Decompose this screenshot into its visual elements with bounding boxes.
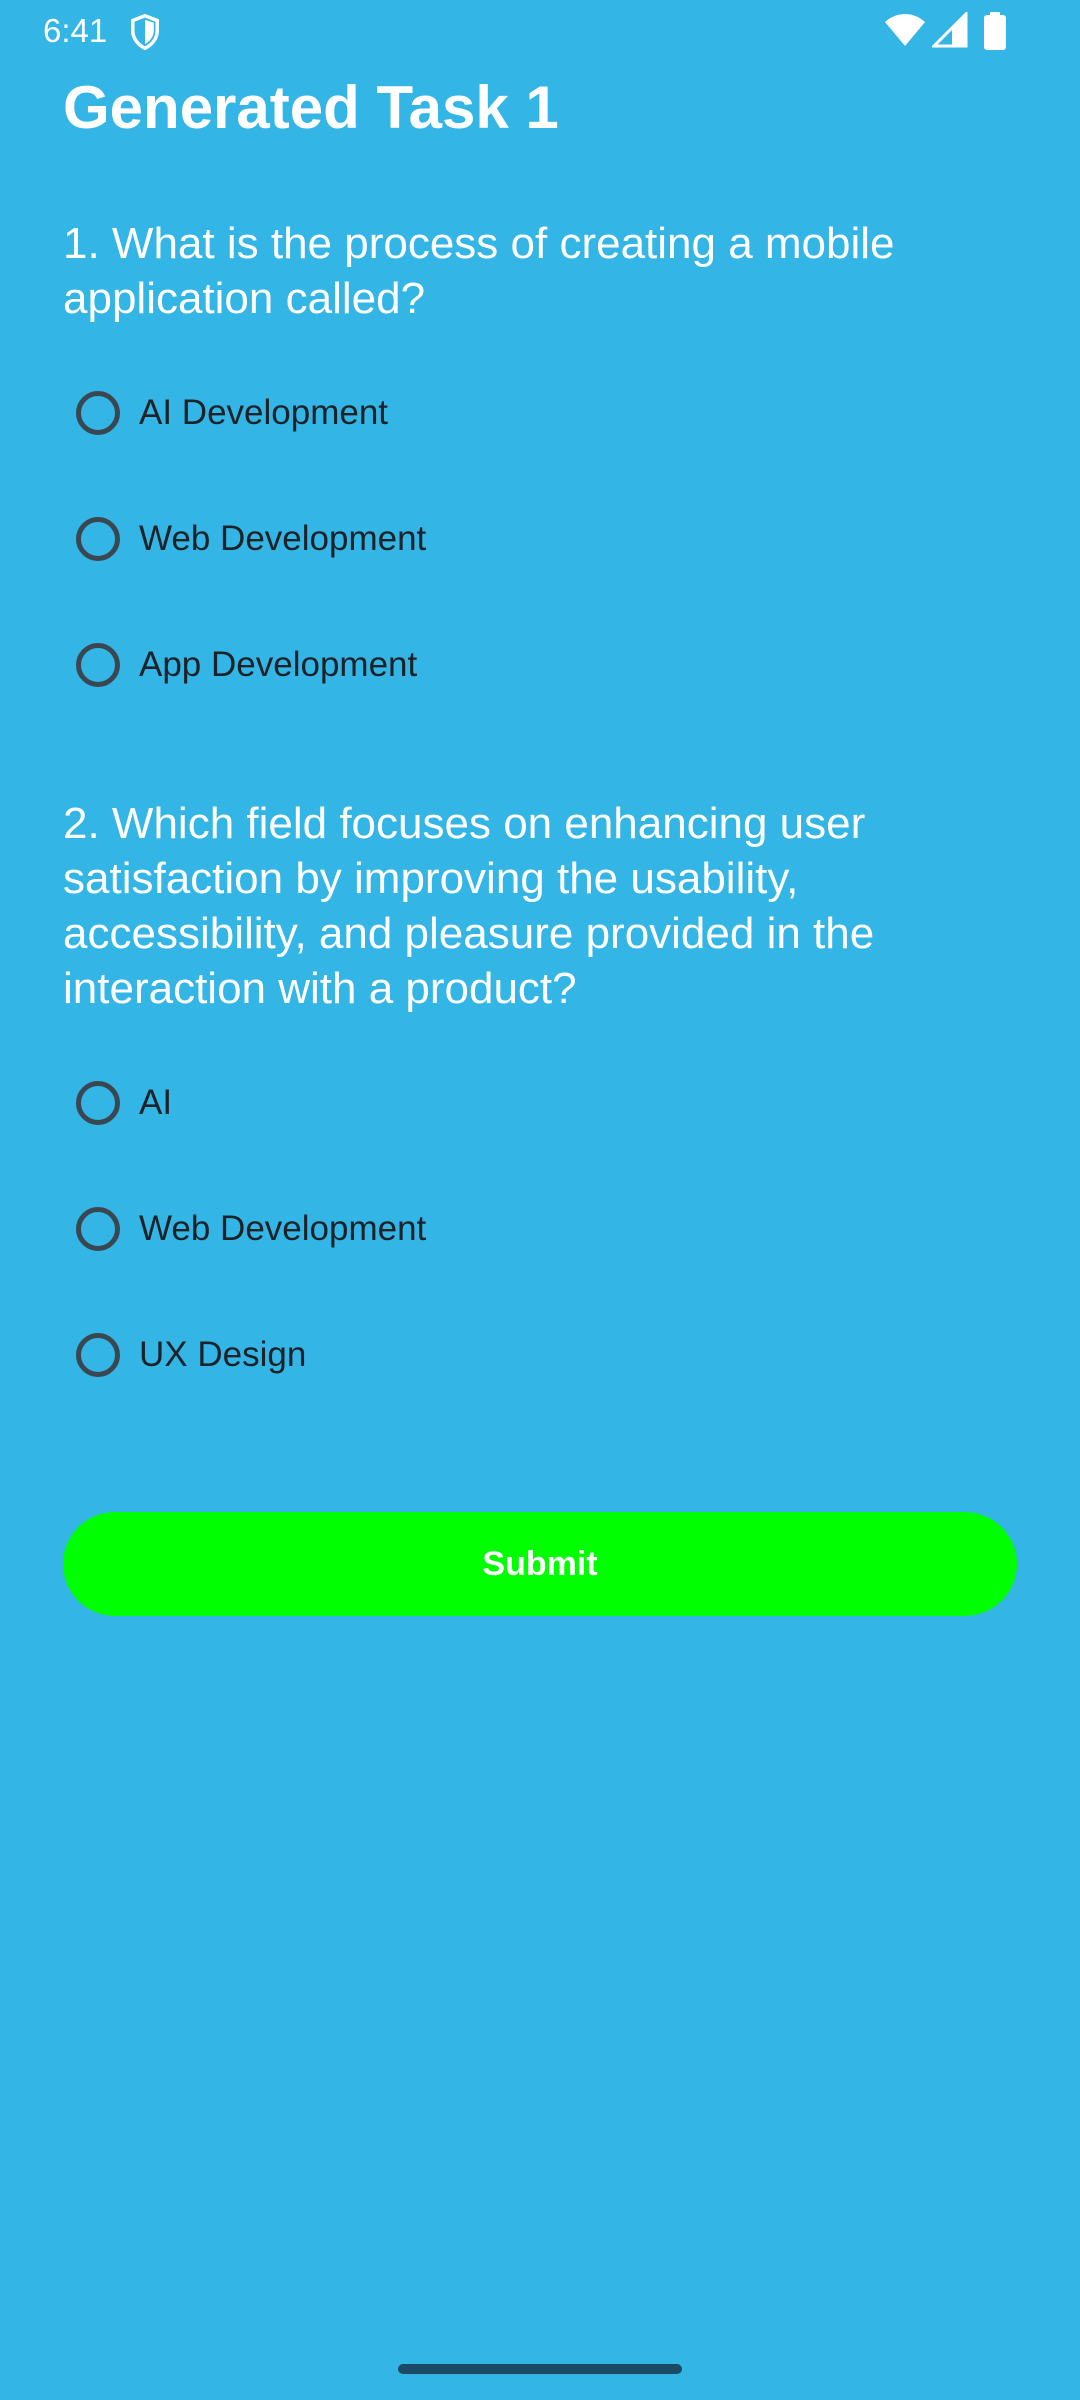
option-label: Web Development xyxy=(139,519,427,558)
option-label: AI Development xyxy=(139,393,389,432)
radio-button[interactable] xyxy=(76,517,120,561)
page-title: Generated Task 1 xyxy=(63,74,559,141)
q1-option-app-development[interactable]: App Development xyxy=(76,630,417,700)
q1-option-web-development[interactable]: Web Development xyxy=(76,504,426,574)
wifi-icon xyxy=(885,14,925,46)
q1-option-ai-development[interactable]: AI Development xyxy=(76,378,388,448)
radio-button[interactable] xyxy=(76,391,120,435)
shield-icon xyxy=(131,13,159,51)
option-label: AI xyxy=(139,1083,173,1122)
q2-option-ai[interactable]: AI xyxy=(76,1068,172,1138)
radio-button[interactable] xyxy=(76,643,120,687)
status-bar: 6:41 xyxy=(0,0,1080,62)
radio-button[interactable] xyxy=(76,1081,120,1125)
question-1-text: 1. What is the process of creating a mob… xyxy=(63,219,895,323)
radio-button[interactable] xyxy=(76,1333,120,1377)
q2-option-web-development[interactable]: Web Development xyxy=(76,1194,426,1264)
signal-icon xyxy=(932,12,968,48)
question-2-text: 2. Which field focuses on enhancing user… xyxy=(63,799,875,1013)
home-indicator[interactable] xyxy=(398,2364,682,2374)
option-label: Web Development xyxy=(139,1209,427,1248)
battery-icon xyxy=(984,12,1006,50)
option-label: UX Design xyxy=(139,1335,307,1374)
option-label: App Development xyxy=(139,645,418,684)
q2-option-ux-design[interactable]: UX Design xyxy=(76,1320,306,1390)
status-time: 6:41 xyxy=(43,12,108,49)
radio-button[interactable] xyxy=(76,1207,120,1251)
submit-button[interactable]: Submit xyxy=(63,1512,1017,1616)
